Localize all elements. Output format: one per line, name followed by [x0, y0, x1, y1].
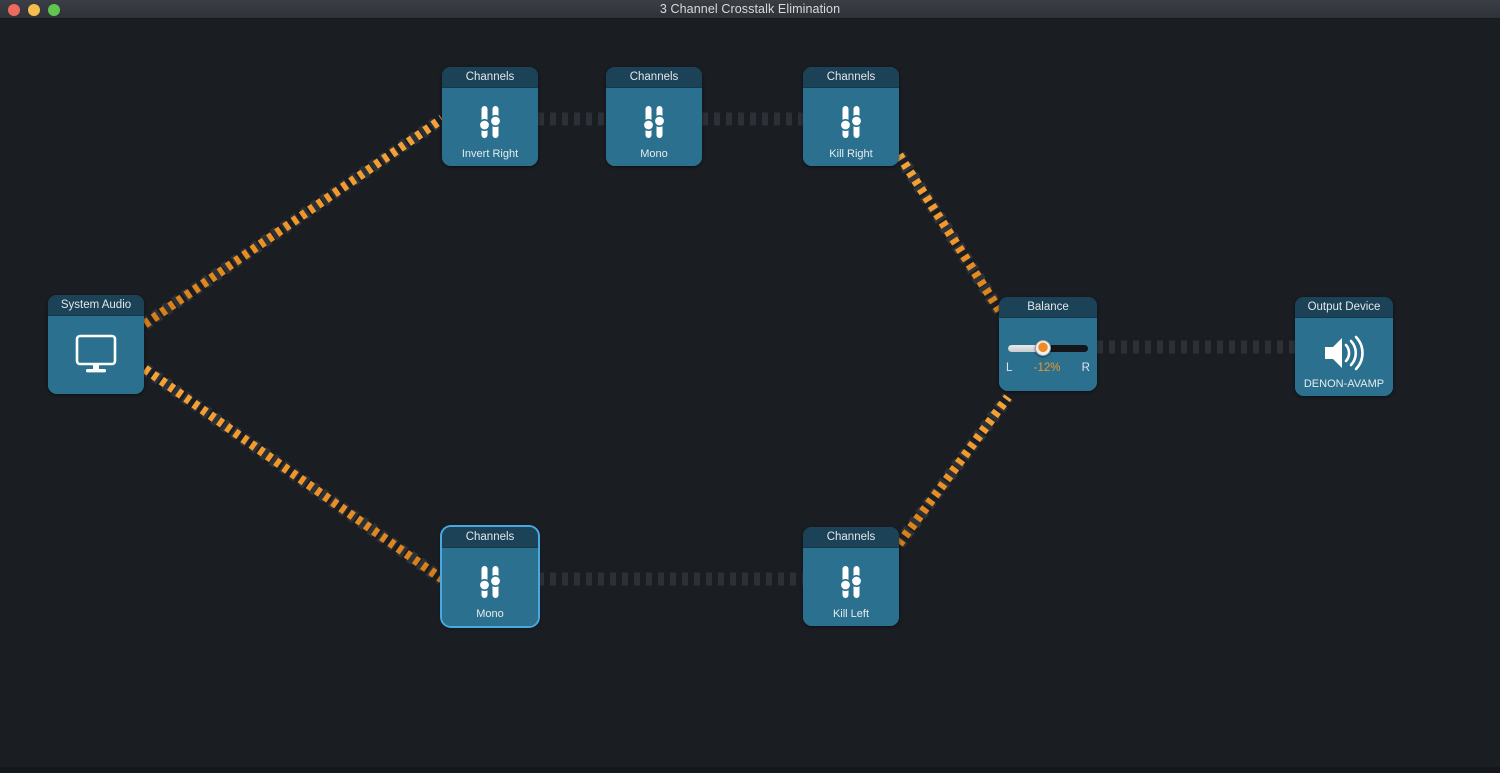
- node-label-mono-top: Mono: [640, 148, 668, 160]
- node-label-output-device: DENON-AVAMP: [1303, 378, 1385, 390]
- node-label-kill-left: Kill Left: [832, 608, 870, 620]
- window-title: 3 Channel Crosstalk Elimination: [659, 1, 841, 16]
- channels-sliders-icon: [470, 562, 510, 602]
- node-mono-bottom[interactable]: Channels Mono: [442, 527, 538, 626]
- channels-sliders-icon: [470, 102, 510, 142]
- node-invert-right[interactable]: Channels Invert Right: [442, 67, 538, 166]
- window-titlebar: 3 Channel Crosstalk Elimination: [0, 0, 1500, 19]
- node-output-device[interactable]: Output Device DENON-AVAMP: [1295, 297, 1393, 396]
- balance-value-label: -12%: [1033, 362, 1061, 374]
- node-header-invert-right: Channels: [442, 67, 538, 88]
- connection-wires-layer: [141, 112, 1295, 586]
- balance-left-label: L: [1006, 362, 1013, 374]
- node-balance[interactable]: Balance L -12% R: [999, 297, 1097, 391]
- node-header-kill-left: Channels: [803, 527, 899, 548]
- node-body-balance: L -12% R: [999, 318, 1097, 391]
- node-label-invert-right: Invert Right: [461, 148, 519, 160]
- node-system-audio[interactable]: System Audio: [48, 295, 144, 394]
- channels-sliders-icon: [634, 102, 674, 142]
- node-label-kill-right: Kill Right: [829, 148, 873, 160]
- balance-slider[interactable]: [1008, 340, 1088, 356]
- balance-legend: L -12% R: [1006, 362, 1090, 374]
- node-header-output-device: Output Device: [1295, 297, 1393, 318]
- window-traffic-lights: [8, 0, 60, 19]
- node-header-mono-top: Channels: [606, 67, 702, 88]
- speaker-icon: [1320, 333, 1368, 373]
- balance-slider-knob[interactable]: [1035, 340, 1052, 356]
- channels-sliders-icon: [831, 102, 871, 142]
- node-header-mono-bottom: Channels: [442, 527, 538, 548]
- balance-right-label: R: [1081, 362, 1090, 374]
- node-body-mono-bottom: Mono: [442, 548, 538, 626]
- node-header-balance: Balance: [999, 297, 1097, 318]
- node-body-kill-right: Kill Right: [803, 88, 899, 166]
- wire-kill-right-balance: [893, 151, 1011, 323]
- node-body-system-audio: [48, 316, 144, 394]
- node-body-mono-top: Mono: [606, 88, 702, 166]
- close-button[interactable]: [8, 3, 20, 16]
- node-body-invert-right: Invert Right: [442, 88, 538, 166]
- zoom-button[interactable]: [48, 3, 60, 16]
- app-window: 3 Channel Crosstalk Elimination System A…: [0, 0, 1500, 773]
- node-kill-right[interactable]: Channels Kill Right: [803, 67, 899, 166]
- channels-sliders-icon: [831, 562, 871, 602]
- node-mono-top[interactable]: Channels Mono: [606, 67, 702, 166]
- window-bottom-edge: [0, 767, 1500, 773]
- node-body-kill-left: Kill Left: [803, 548, 899, 626]
- patch-canvas[interactable]: System Audio Channels Invert Right Chann…: [0, 19, 1500, 767]
- node-body-output-device: DENON-AVAMP: [1295, 318, 1393, 396]
- display-icon: [73, 334, 119, 376]
- node-label-mono-bottom: Mono: [476, 608, 504, 620]
- node-header-system-audio: System Audio: [48, 295, 144, 316]
- node-kill-left[interactable]: Channels Kill Left: [803, 527, 899, 626]
- minimize-button[interactable]: [28, 3, 40, 16]
- node-header-kill-right: Channels: [803, 67, 899, 88]
